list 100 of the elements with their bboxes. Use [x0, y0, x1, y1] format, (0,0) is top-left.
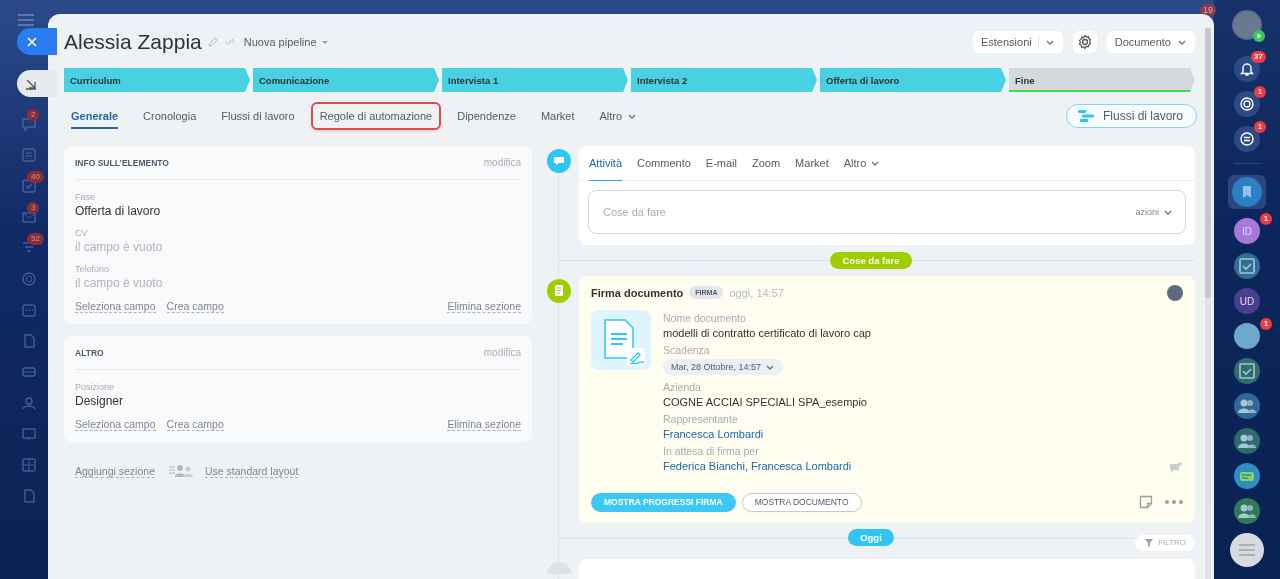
- close-icon: [27, 36, 37, 47]
- field-label: Posizione: [75, 382, 116, 392]
- minimize-button[interactable]: [17, 70, 57, 97]
- chat-icon[interactable]: [21, 116, 37, 132]
- stage-step[interactable]: Intervista 2: [631, 68, 817, 92]
- stage-step[interactable]: Comunicazione: [253, 68, 439, 92]
- tab[interactable]: Dipendenze: [450, 101, 523, 131]
- activity-tab[interactable]: Altro: [843, 146, 881, 180]
- counter-badge: 1: [1254, 86, 1266, 98]
- menu-icon[interactable]: [18, 14, 34, 26]
- swap-button[interactable]: [1234, 126, 1260, 152]
- todo-input-field[interactable]: Cose da fare azioni: [588, 190, 1186, 234]
- field-link[interactable]: Crea campo: [166, 300, 224, 313]
- pipeline-dropdown[interactable]: Nuova pipeline: [243, 36, 329, 48]
- counter-badge: 40: [27, 171, 44, 183]
- standard-layout-link[interactable]: Use standard layout: [205, 464, 299, 478]
- person-link[interactable]: Federica Bianchi, Francesca Lombardi: [663, 457, 871, 474]
- tab[interactable]: Generale: [64, 101, 126, 131]
- list-icon[interactable]: [21, 147, 37, 163]
- user-avatar[interactable]: [1232, 10, 1262, 40]
- section-title: INFO SULL'ELEMENTO: [75, 157, 169, 168]
- chat-avatar[interactable]: UD: [1234, 288, 1260, 314]
- bell-icon: [1238, 60, 1256, 78]
- comment-add-icon[interactable]: [1169, 460, 1183, 475]
- pencil-icon[interactable]: [207, 37, 218, 47]
- board-icon[interactable]: [21, 426, 37, 442]
- grid-icon[interactable]: [21, 457, 37, 473]
- chat-avatar[interactable]: [1234, 428, 1260, 454]
- chat-avatar[interactable]: [1234, 393, 1260, 419]
- add-section-link[interactable]: Aggiungi sezione: [75, 464, 155, 478]
- more-icon[interactable]: [1165, 500, 1183, 504]
- date-dropdown[interactable]: Mar, 28 Ottobre, 14:57: [663, 358, 784, 375]
- settings-icon: [1076, 34, 1093, 50]
- field-link[interactable]: Seleziona campo: [75, 300, 156, 313]
- chat-avatar[interactable]: [1234, 253, 1260, 279]
- section-title: ALTRO: [75, 347, 104, 358]
- activity-tab[interactable]: Market: [795, 146, 829, 180]
- chat-avatar[interactable]: [1234, 323, 1260, 349]
- field-value: modelli di contratto certificato di lavoro cap: [663, 325, 871, 341]
- counter-badge: 3: [27, 202, 40, 214]
- card-icon[interactable]: [21, 364, 37, 380]
- tab[interactable]: Market: [533, 101, 582, 131]
- user-icon[interactable]: [21, 395, 37, 411]
- field-value: il campo è vuoto: [75, 240, 164, 254]
- delete-section-link[interactable]: Elimina sezione: [447, 418, 521, 431]
- tab[interactable]: Flussi di lavoro: [214, 101, 302, 131]
- caret-icon: [320, 38, 329, 46]
- caret-icon: [627, 112, 638, 120]
- activity-tab[interactable]: E-mail: [705, 146, 737, 180]
- tab[interactable]: Altro: [592, 101, 645, 131]
- chat-avatar[interactable]: [1234, 498, 1260, 524]
- chat-avatar[interactable]: [1234, 463, 1260, 489]
- stage-step[interactable]: Fine: [1009, 68, 1195, 92]
- field-link[interactable]: Seleziona campo: [75, 418, 156, 431]
- link-icon[interactable]: [223, 37, 236, 47]
- close-button[interactable]: [17, 28, 57, 55]
- target-button[interactable]: [1234, 91, 1260, 117]
- settings-button[interactable]: [1072, 31, 1097, 53]
- activity-tab[interactable]: Attività: [589, 146, 622, 180]
- avatar[interactable]: [1167, 284, 1183, 301]
- bookmark-icon: [1232, 177, 1262, 207]
- extensions-button[interactable]: Estensioni: [972, 31, 1063, 53]
- field-label: Azienda: [663, 380, 702, 394]
- activity-tab[interactable]: Zoom: [752, 146, 781, 180]
- document-icon[interactable]: [21, 333, 37, 349]
- field-link[interactable]: Crea campo: [166, 418, 224, 431]
- menu-button[interactable]: [1230, 533, 1264, 567]
- field-label: Rappresentante: [663, 412, 739, 426]
- stage-step[interactable]: Offerta di lavoro: [820, 68, 1006, 92]
- calendar-icon[interactable]: [21, 302, 37, 318]
- delete-section-link[interactable]: Elimina sezione: [447, 300, 521, 313]
- mail-icon[interactable]: [21, 209, 37, 225]
- note-icon[interactable]: [1139, 495, 1153, 509]
- workflows-button[interactable]: Flussi di lavoro: [1065, 104, 1197, 128]
- actions-dropdown[interactable]: azioni: [1135, 207, 1173, 217]
- filter-icon: [1144, 537, 1155, 548]
- document-button[interactable]: MOSTRA DOCUMENTO: [741, 492, 862, 512]
- stage-step[interactable]: Curriculum: [64, 68, 250, 92]
- document-icon[interactable]: [21, 488, 37, 504]
- chat-avatar[interactable]: [1234, 358, 1260, 384]
- tab[interactable]: Cronologia: [136, 101, 204, 131]
- circle-icon[interactable]: [21, 271, 37, 287]
- play-icon: [1253, 30, 1265, 42]
- scrollbar-thumb[interactable]: [1205, 28, 1211, 298]
- counter-badge: 2: [27, 109, 40, 121]
- today-marker: Oggi: [848, 529, 894, 547]
- tab[interactable]: Regole di automazione: [312, 104, 440, 128]
- person-link[interactable]: Francesca Lombardi: [663, 425, 871, 442]
- field-value: Offerta di lavoro: [75, 204, 162, 218]
- people-icon: [169, 464, 195, 478]
- caret-icon: [1044, 38, 1055, 46]
- checkbox-icon[interactable]: [21, 178, 37, 194]
- caret-icon: [1163, 208, 1173, 216]
- document-signature-icon: [591, 309, 651, 370]
- chat-icon: [1240, 471, 1254, 481]
- bookmark-button[interactable]: [1228, 175, 1266, 209]
- activity-tab[interactable]: Commento: [637, 146, 691, 180]
- counter-badge: 19: [1200, 4, 1216, 16]
- stage-step[interactable]: Intervista 1: [442, 68, 628, 92]
- document-button[interactable]: Documento: [1106, 31, 1195, 53]
